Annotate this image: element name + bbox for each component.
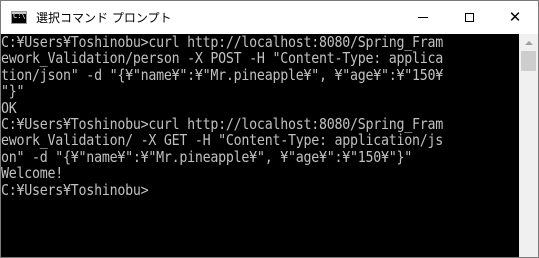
command-prompt-window: C:\ 選択コマンド プロンプト ✕ C:¥Users¥Toshinobu>cu… [0, 0, 539, 258]
title-bar[interactable]: C:\ 選択コマンド プロンプト ✕ [1, 1, 538, 34]
console-prompt: C:¥Users¥Toshinobu> [1, 180, 149, 199]
maximize-icon [464, 13, 474, 22]
console-line: ework_Validation/ -X GET -H "Content-Typ… [1, 131, 444, 150]
console-line: C:¥Users¥Toshinobu>curl http://localhost… [1, 34, 444, 51]
console-line: ework_Validation/person -X POST -H "Cont… [1, 49, 444, 68]
console-line: OK [1, 98, 17, 117]
minimize-icon [418, 17, 428, 18]
minimize-button[interactable] [400, 1, 446, 34]
console-line: tion/json" -d "{¥"name¥":¥"Mr.pineapple¥… [1, 65, 444, 84]
arrow-up-icon [524, 40, 533, 45]
vertical-scrollbar[interactable] [519, 34, 538, 257]
app-icon-label: C:\ [13, 12, 26, 20]
close-icon: ✕ [508, 8, 522, 26]
command-prompt-icon[interactable]: C:\ [11, 11, 27, 24]
console-output[interactable]: C:¥Users¥Toshinobu>curl http://localhost… [1, 34, 518, 257]
scrollbar-thumb[interactable] [521, 51, 536, 71]
close-button[interactable]: ✕ [492, 1, 538, 34]
console-line: on" -d "{¥"name¥":¥"Mr.pineapple¥", ¥"ag… [1, 147, 413, 166]
console-line: Welcome! [1, 164, 64, 183]
window-title: 選択コマンド プロンプト [36, 11, 172, 25]
console-line: C:¥Users¥Toshinobu>curl http://localhost… [1, 114, 444, 133]
scroll-up-button[interactable] [519, 34, 538, 51]
maximize-button[interactable] [446, 1, 492, 34]
console-line: "}" [1, 82, 25, 101]
